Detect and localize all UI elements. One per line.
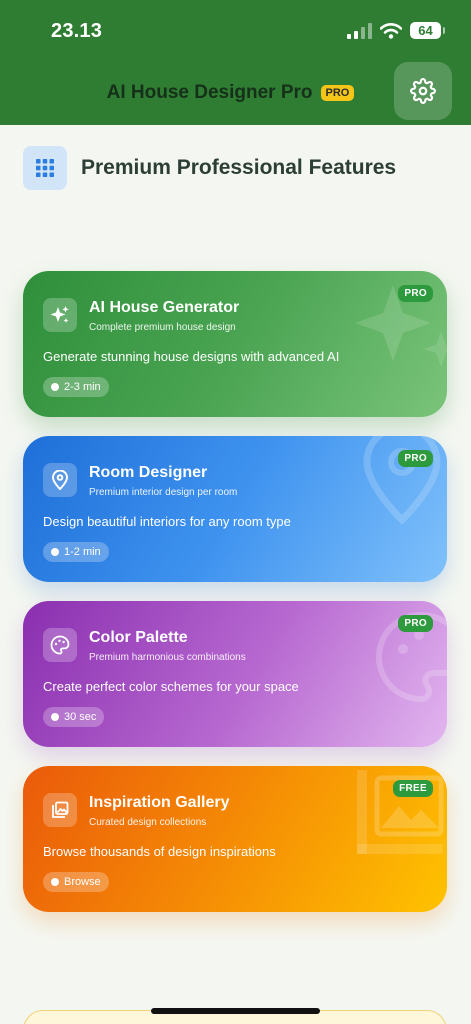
feature-subtitle: Premium interior design per room <box>89 487 238 498</box>
cellular-signal-icon <box>347 22 372 39</box>
feature-description: Browse thousands of design inspirations <box>43 844 276 859</box>
location-pin-icon <box>43 463 77 497</box>
pro-badge: PRO <box>320 85 355 101</box>
duration-label: 2-3 min <box>64 381 101 393</box>
wifi-icon <box>380 22 402 39</box>
feature-description: Generate stunning house designs with adv… <box>43 349 340 364</box>
status-icons: 64 <box>347 22 445 39</box>
feature-title: Room Designer <box>89 464 208 481</box>
tier-badge: PRO <box>398 450 433 467</box>
feature-description: Create perfect color schemes for your sp… <box>43 679 299 694</box>
duration-chip: 2-3 min <box>43 377 109 397</box>
section-title: Premium Professional Features <box>81 156 397 179</box>
feature-title: Color Palette <box>89 629 188 646</box>
battery-icon: 64 <box>410 22 445 39</box>
feature-card-inspiration-gallery[interactable]: Inspiration Gallery Curated design colle… <box>23 766 447 912</box>
feature-subtitle: Curated design collections <box>89 817 207 828</box>
tier-badge: PRO <box>398 615 433 632</box>
feature-card-color-palette[interactable]: Color Palette Premium harmonious combina… <box>23 601 447 747</box>
duration-chip: Browse <box>43 872 109 892</box>
status-time: 23.13 <box>51 20 103 42</box>
feature-title: AI House Generator <box>89 299 240 316</box>
timer-icon <box>51 878 59 886</box>
duration-label: 1-2 min <box>64 546 101 558</box>
tier-badge: PRO <box>398 285 433 302</box>
settings-button[interactable] <box>394 62 452 120</box>
sparkles-icon <box>43 298 77 332</box>
feature-card-room-designer[interactable]: Room Designer Premium interior design pe… <box>23 436 447 582</box>
duration-chip: 1-2 min <box>43 542 109 562</box>
home-indicator[interactable] <box>151 1008 320 1014</box>
app-title: AI House Designer Pro <box>106 82 313 103</box>
feature-title: Inspiration Gallery <box>89 794 230 811</box>
feature-card-ai-house-generator[interactable]: AI House Generator Complete premium hous… <box>23 271 447 417</box>
duration-label: Browse <box>64 876 101 888</box>
feature-subtitle: Premium harmonious combinations <box>89 652 246 663</box>
feature-subtitle: Complete premium house design <box>89 322 236 333</box>
timer-icon <box>51 383 59 391</box>
gallery-icon <box>43 793 77 827</box>
app-header: 23.13 64 AI House Designer Pro PRO <box>0 0 471 125</box>
location-pin-decor-icon <box>363 436 441 524</box>
feature-description: Design beautiful interiors for any room … <box>43 514 291 529</box>
section-header: Premium Professional Features <box>23 146 396 190</box>
gear-icon <box>410 78 436 104</box>
duration-label: 30 sec <box>64 711 97 723</box>
timer-icon <box>51 713 59 721</box>
duration-chip: 30 sec <box>43 707 105 727</box>
palette-icon <box>43 628 77 662</box>
timer-icon <box>51 548 59 556</box>
tier-badge: FREE <box>393 780 433 797</box>
grid-icon <box>23 146 67 190</box>
